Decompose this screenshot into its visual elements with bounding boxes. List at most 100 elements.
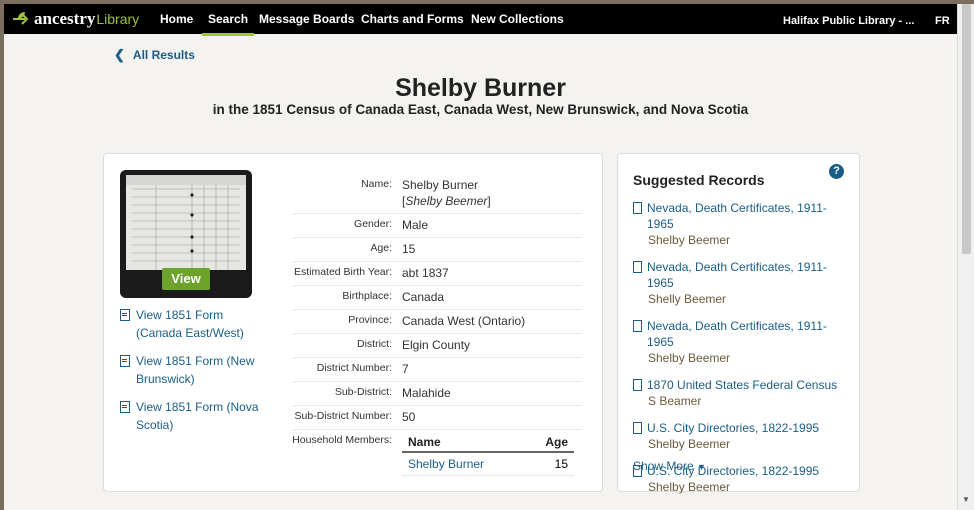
- suggested-collection: 1870 United States Federal Census: [647, 378, 838, 392]
- field-row-birthplace: Birthplace: Canada: [292, 286, 582, 310]
- suggested-person-name: Shelby Beemer: [648, 437, 731, 451]
- field-row-sub-district-number: Sub-District Number: 50: [292, 406, 582, 430]
- list-item: Nevada, Death Certificates, 1911-1965 Sh…: [633, 318, 853, 366]
- household-table-header: Name Age: [402, 433, 574, 453]
- form-link-label: View 1851 Form (New Brunswick): [136, 354, 255, 386]
- nav-home[interactable]: Home: [160, 12, 193, 26]
- list-item: U.S. City Directories, 1822-1995 Shelby …: [633, 420, 853, 452]
- record-image-thumbnail[interactable]: View: [120, 170, 252, 298]
- all-results-label: All Results: [132, 48, 195, 62]
- leaf-arrow-icon: [13, 12, 29, 25]
- field-row-name: Name: Shelby Burner [Shelby Beemer]: [292, 174, 582, 214]
- nav-new-collections[interactable]: New Collections: [471, 12, 564, 26]
- household-member-link[interactable]: Shelby Burner: [408, 457, 484, 471]
- field-row-gender: Gender: Male: [292, 214, 582, 238]
- suggested-person-name: Shelly Beemer: [648, 292, 727, 306]
- view-form-nova-scotia-link[interactable]: View 1851 Form (Nova Scotia): [120, 398, 270, 434]
- record-card: View View 1851 Form (Canada East/West) V…: [103, 153, 603, 492]
- suggested-record-link[interactable]: U.S. City Directories, 1822-1995: [633, 420, 853, 436]
- suggested-collection: Nevada, Death Certificates, 1911-1965: [647, 319, 827, 349]
- suggested-collection: Nevada, Death Certificates, 1911-1965: [647, 260, 827, 290]
- field-row-sub-district: Sub-District: Malahide: [292, 382, 582, 406]
- nav-charts-and-forms[interactable]: Charts and Forms: [361, 12, 464, 26]
- suggested-records-title: Suggested Records: [633, 172, 765, 188]
- field-value: 15: [402, 242, 416, 256]
- view-image-button[interactable]: View: [162, 268, 210, 290]
- field-row-province: Province: Canada West (Ontario): [292, 310, 582, 334]
- census-page-image: [126, 175, 246, 270]
- scrollbar-thumb[interactable]: [962, 4, 971, 254]
- field-label: Province:: [348, 314, 392, 326]
- field-value: Canada West (Ontario): [402, 314, 526, 328]
- field-value: Male: [402, 218, 429, 232]
- language-toggle[interactable]: FR: [935, 15, 950, 27]
- vertical-scrollbar[interactable]: ▼: [957, 4, 974, 510]
- library-account-menu[interactable]: Halifax Public Library - ...: [783, 15, 914, 27]
- suggested-record-link[interactable]: 1870 United States Federal Census: [633, 377, 853, 393]
- document-icon: [633, 261, 642, 273]
- list-item: Nevada, Death Certificates, 1911-1965 Sh…: [633, 200, 853, 248]
- nav-message-boards[interactable]: Message Boards: [259, 12, 354, 26]
- suggested-collection: Nevada, Death Certificates, 1911-1965: [647, 201, 827, 231]
- field-label: Sub-District Number:: [294, 410, 392, 422]
- suggested-collection: U.S. City Directories, 1822-1995: [647, 421, 820, 435]
- document-icon: [633, 379, 642, 391]
- field-row-district: District: Elgin County: [292, 334, 582, 358]
- nav-search[interactable]: Search: [201, 12, 255, 36]
- scroll-down-arrow-icon[interactable]: ▼: [962, 495, 970, 504]
- show-more-button[interactable]: Show More ▼: [633, 459, 706, 473]
- field-value: Malahide: [402, 386, 451, 400]
- all-results-link[interactable]: ❮ All Results: [114, 47, 195, 63]
- suggested-record-link[interactable]: Nevada, Death Certificates, 1911-1965: [633, 259, 853, 291]
- top-navigation-bar: ancestry Library Home Search Message Boa…: [4, 4, 957, 36]
- browser-viewport: ancestry Library Home Search Message Boa…: [4, 4, 957, 510]
- help-icon[interactable]: ?: [829, 164, 844, 179]
- suggested-person-name: Shelby Beemer: [648, 351, 731, 365]
- field-row-birth-year: Estimated Birth Year: abt 1837: [292, 262, 582, 286]
- field-row-age: Age: 15: [292, 238, 582, 262]
- field-row-household: Household Members: Name Age Shelby Burne…: [292, 430, 582, 476]
- page-title: Shelby Burner: [395, 74, 566, 102]
- field-value: 50: [402, 410, 416, 424]
- pdf-document-icon: [120, 309, 130, 321]
- view-form-canada-east-west-link[interactable]: View 1851 Form (Canada East/West): [120, 306, 270, 342]
- field-value: 7: [402, 362, 409, 376]
- field-label: Estimated Birth Year:: [293, 266, 392, 278]
- field-row-district-number: District Number: 7: [292, 358, 582, 382]
- field-value: abt 1837: [402, 266, 449, 280]
- form-link-label: View 1851 Form (Canada East/West): [136, 308, 244, 340]
- chevron-down-icon: ▼: [697, 462, 706, 472]
- household-table: Name Age Shelby Burner 15: [402, 433, 574, 476]
- field-value: Elgin County: [402, 338, 471, 352]
- list-item: Nevada, Death Certificates, 1911-1965 Sh…: [633, 259, 853, 307]
- suggested-person-name: Shelby Beemer: [648, 233, 731, 247]
- field-label: Birthplace:: [342, 290, 392, 302]
- table-row: Shelby Burner 15: [402, 453, 574, 476]
- primary-name: Shelby Burner: [402, 178, 479, 192]
- view-form-new-brunswick-link[interactable]: View 1851 Form (New Brunswick): [120, 352, 270, 388]
- logo-library-text: Library: [96, 11, 140, 27]
- document-icon: [633, 422, 642, 434]
- field-label: District Number:: [316, 362, 392, 374]
- form-links-list: View 1851 Form (Canada East/West) View 1…: [120, 306, 270, 444]
- field-value: Canada: [402, 290, 445, 304]
- page-subtitle: in the 1851 Census of Canada East, Canad…: [212, 102, 749, 117]
- ancestry-logo[interactable]: ancestry Library: [12, 9, 139, 29]
- field-value-name: Shelby Burner [Shelby Beemer]: [402, 178, 491, 208]
- suggested-record-link[interactable]: Nevada, Death Certificates, 1911-1965: [633, 200, 853, 232]
- suggested-person-name: Shelby Beemer: [648, 480, 731, 494]
- document-icon: [633, 202, 642, 214]
- form-link-label: View 1851 Form (Nova Scotia): [136, 400, 259, 432]
- show-more-label: Show More: [633, 459, 694, 473]
- pdf-document-icon: [120, 401, 130, 413]
- field-label: District:: [357, 338, 392, 350]
- record-fields: Name: Shelby Burner [Shelby Beemer] Gend…: [292, 174, 582, 476]
- suggested-record-link[interactable]: Nevada, Death Certificates, 1911-1965: [633, 318, 853, 350]
- alternate-name: Shelby Beemer: [405, 194, 488, 208]
- pdf-document-icon: [120, 355, 130, 367]
- field-label: Household Members:: [292, 434, 392, 446]
- chevron-left-icon: ❮: [114, 47, 125, 62]
- suggested-person-name: S Beamer: [648, 394, 702, 408]
- field-label: Name:: [361, 178, 392, 190]
- logo-text: ancestry: [34, 9, 96, 28]
